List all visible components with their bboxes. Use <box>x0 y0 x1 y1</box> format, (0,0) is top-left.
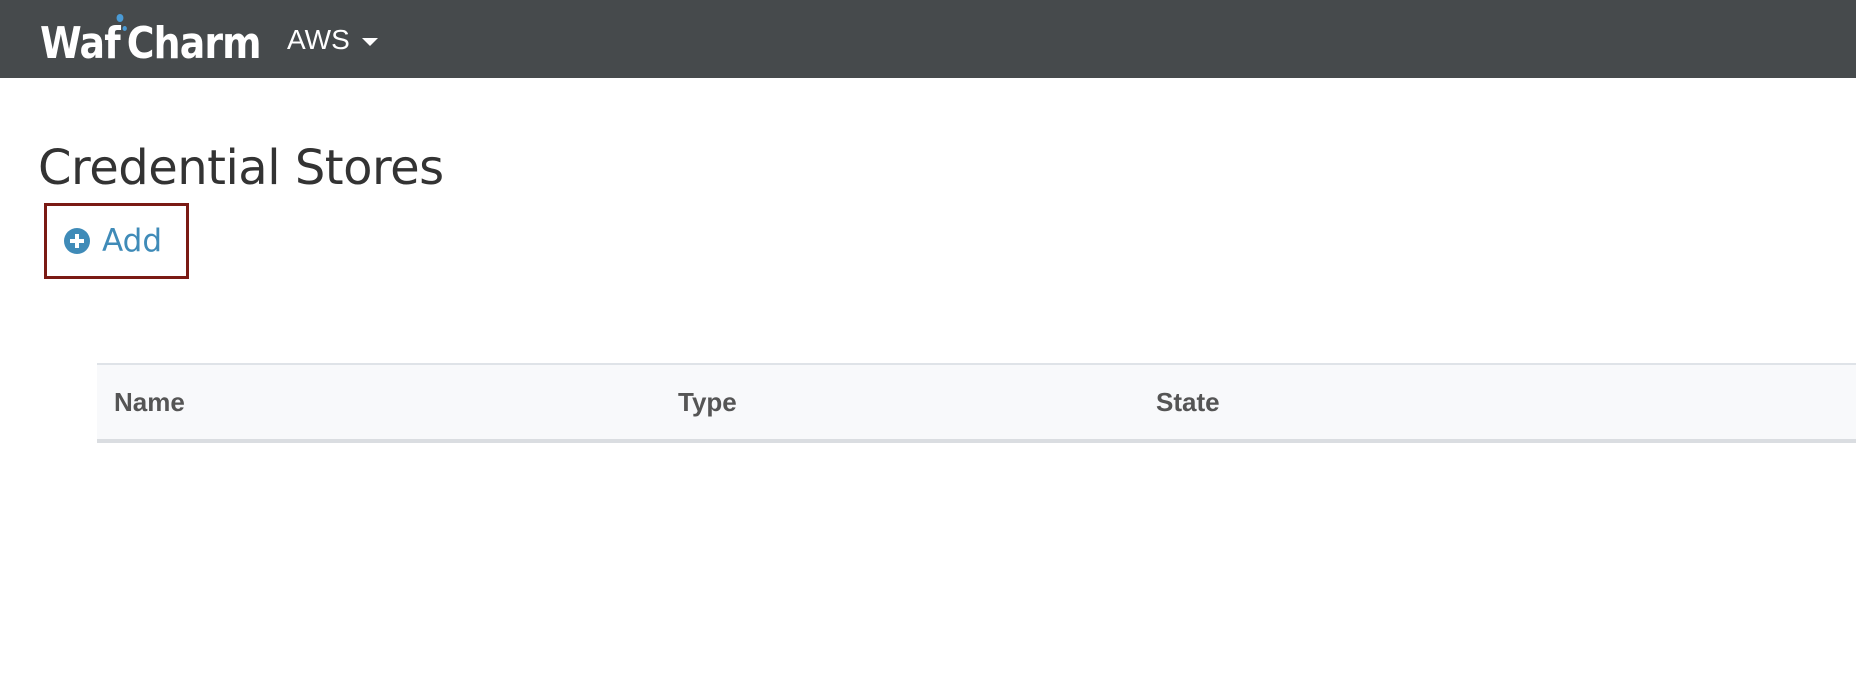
logo-dot-small <box>122 26 127 31</box>
credential-stores-table: Name Type State <box>97 363 1856 443</box>
table-header: Name Type State <box>97 364 1856 441</box>
table: Name Type State <box>97 363 1856 443</box>
column-header-state[interactable]: State <box>1156 364 1856 441</box>
caret-down-icon <box>361 38 378 46</box>
logo-text-charm: Charm <box>126 18 262 69</box>
add-button[interactable]: Add <box>44 203 189 279</box>
wafcharm-logo[interactable]: Waf Charm <box>40 14 262 69</box>
aws-dropdown[interactable]: AWS <box>287 20 378 60</box>
column-header-name[interactable]: Name <box>97 364 678 441</box>
page-title: Credential Stores <box>38 140 444 196</box>
plus-circle-icon <box>64 228 90 254</box>
aws-dropdown-label: AWS <box>287 24 350 55</box>
logo-dot-large <box>116 14 124 22</box>
add-button-label: Add <box>102 223 163 259</box>
top-navbar: Waf Charm AWS <box>0 0 1856 78</box>
column-header-type[interactable]: Type <box>678 364 1156 441</box>
logo-text-waf: Waf <box>40 18 121 69</box>
logo-dots-icon <box>116 14 127 66</box>
table-header-row: Name Type State <box>97 364 1856 441</box>
add-button-content: Add <box>64 223 162 259</box>
